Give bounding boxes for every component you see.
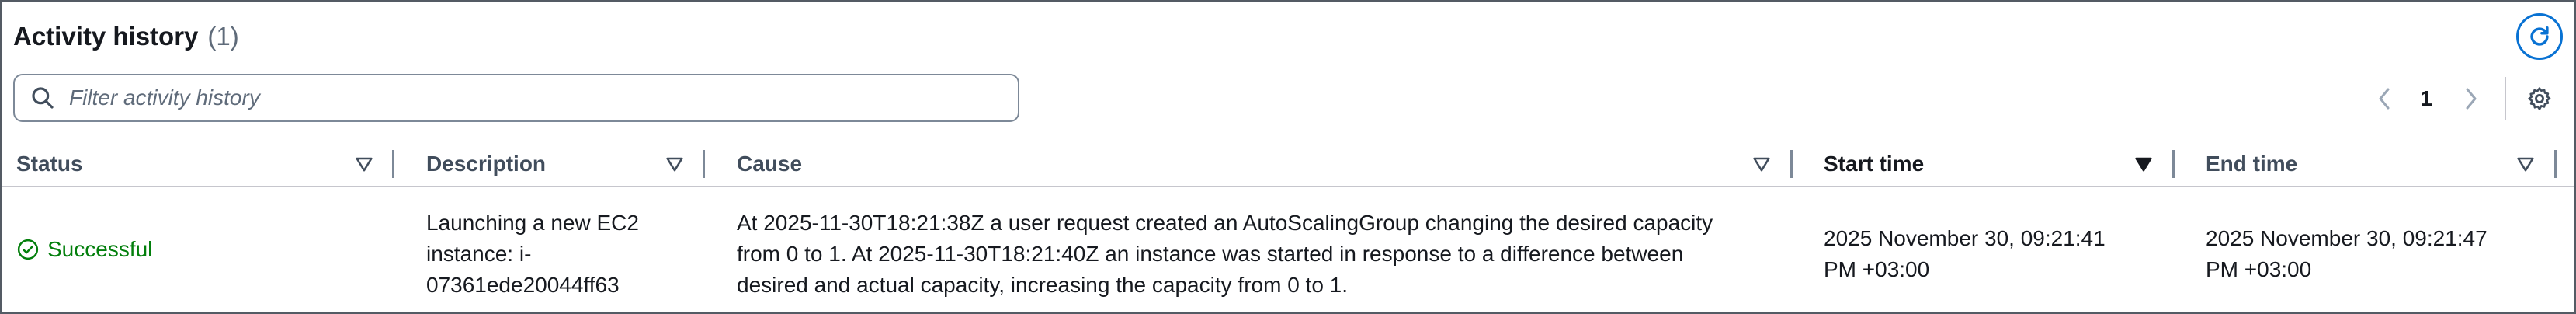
title-count: (1): [207, 22, 239, 51]
gear-icon: [2528, 87, 2551, 110]
column-resizer[interactable]: [392, 150, 394, 178]
refresh-button[interactable]: [2516, 13, 2563, 60]
sort-caret-icon[interactable]: [664, 153, 686, 175]
cause-cell: At 2025-11-30T18:21:38Z a user request c…: [737, 211, 1713, 297]
sort-caret-icon[interactable]: [353, 153, 375, 175]
column-header-status[interactable]: Status: [16, 141, 83, 187]
column-resizer[interactable]: [2172, 150, 2175, 178]
column-resizer[interactable]: [703, 150, 705, 178]
page-title: Activity history (1): [13, 18, 239, 55]
toolbar-divider: [2505, 77, 2506, 120]
next-page-button[interactable]: [2459, 77, 2484, 120]
previous-page-button[interactable]: [2372, 77, 2397, 120]
refresh-icon: [2530, 26, 2549, 46]
column-resizer[interactable]: [1790, 150, 1793, 178]
status-text: Successful: [47, 237, 153, 261]
column-header-start-time[interactable]: Start time: [1824, 141, 1924, 187]
check-circle-icon: [17, 239, 39, 260]
table-row: Successful Launching a new EC2 instance:…: [2, 187, 2574, 312]
chevron-left-icon: [2379, 88, 2390, 110]
description-cell: Launching a new EC2 instance: i-07361ede…: [426, 211, 639, 297]
filter-field[interactable]: [13, 74, 1019, 122]
activity-history-panel: Activity history (1) 1 Status: [0, 0, 2576, 314]
column-header-end-time[interactable]: End time: [2206, 141, 2297, 187]
column-header-cause[interactable]: Cause: [737, 141, 802, 187]
preferences-button[interactable]: [2519, 78, 2560, 119]
sort-caret-icon[interactable]: [2515, 153, 2536, 175]
end-time-cell: 2025 November 30, 09:21:47 PM +03:00: [2206, 226, 2487, 281]
column-resizer[interactable]: [2554, 150, 2557, 178]
search-icon: [32, 87, 54, 109]
sort-caret-icon[interactable]: [1751, 153, 1772, 175]
table-header: Status Description Cause Start time End …: [2, 141, 2574, 187]
sort-caret-icon[interactable]: [2133, 153, 2154, 175]
start-time-cell: 2025 November 30, 09:21:41 PM +03:00: [1824, 226, 2106, 281]
search-input[interactable]: [69, 85, 985, 110]
title-text: Activity history: [13, 22, 199, 51]
chevron-right-icon: [2466, 88, 2477, 110]
column-header-description[interactable]: Description: [426, 141, 546, 187]
page-number[interactable]: 1: [2409, 77, 2443, 120]
status-badge: Successful: [16, 237, 152, 262]
